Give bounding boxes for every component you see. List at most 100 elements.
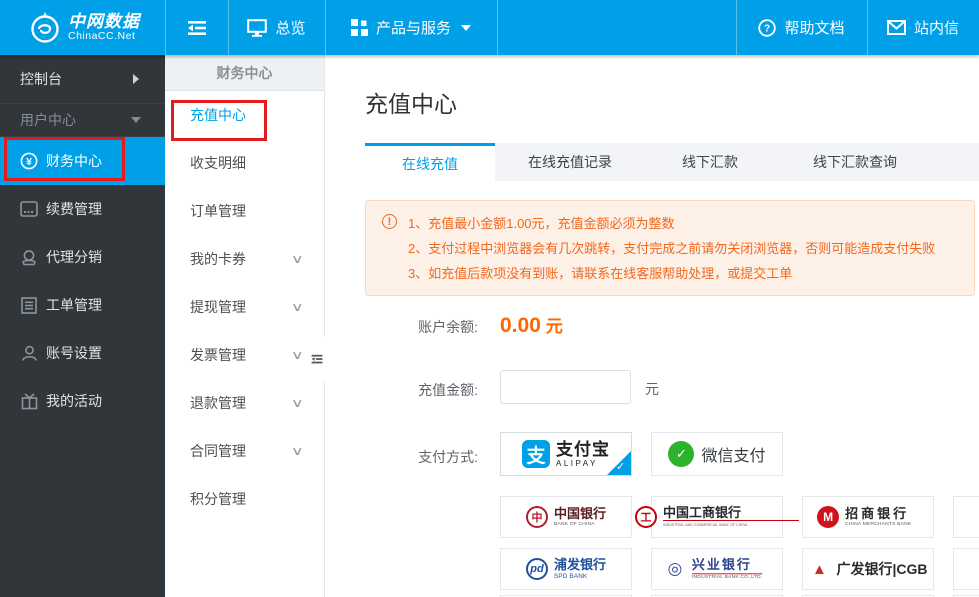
submenu-item-orders[interactable]: 订单管理 <box>165 187 324 235</box>
chevron-down-icon: ∨ <box>291 252 305 266</box>
tab-offline-remittance[interactable]: 线下汇款 <box>645 143 775 181</box>
bank-name-en: INDUSTRIAL BANK CO.,LTD. <box>691 573 763 580</box>
chevron-right-icon <box>133 74 139 84</box>
svg-text:¥: ¥ <box>26 156 32 168</box>
bank-name: 广发银行|CGB <box>836 561 928 577</box>
alipay-payment-button[interactable]: 支 支付宝 ALIPAY ✓ <box>500 432 632 476</box>
amount-unit: 元 <box>645 381 659 397</box>
brand-logo[interactable]: 中网数据 ChinaCC.Net <box>0 0 165 55</box>
bank-name: 兴业银行 <box>691 556 752 572</box>
sidebar-tickets-label: 工单管理 <box>46 297 102 313</box>
tab-remittance-query[interactable]: 线下汇款查询 <box>775 143 935 181</box>
wechat-payment-button[interactable]: ✓ 微信支付 <box>651 432 783 476</box>
wechat-name: 微信支付 <box>701 448 766 465</box>
sidebar-collapse-button[interactable] <box>165 0 228 55</box>
submenu-item-recharge-center[interactable]: 充值中心 <box>165 91 324 139</box>
chevron-down-icon: ∨ <box>291 300 305 314</box>
submenu-coupons-label: 我的卡券 <box>190 251 246 267</box>
sidebar-account-label: 账号设置 <box>46 345 102 361</box>
balance-unit: 元 <box>545 317 563 336</box>
envelope-icon <box>886 20 906 35</box>
payment-method-label: 支付方式: <box>418 449 478 465</box>
nav-overview-label: 总览 <box>275 20 306 37</box>
nav-help-label: 帮助文档 <box>784 20 845 37</box>
bank-of-china-icon: 中 <box>525 506 548 528</box>
submenu-recharge-label: 充值中心 <box>190 107 246 123</box>
notice-line-2: 2、支付过程中浏览器会有几次跳转，支付完成之前请勿关闭浏览器，否则可能造成支付失… <box>408 241 936 256</box>
submenu-item-contracts[interactable]: 合同管理 ∨ <box>165 427 324 475</box>
bank-button-icbc[interactable]: 工 中国工商银行 INDUSTRIAL AND COMMERCIAL BANK … <box>634 496 800 538</box>
submenu-points-label: 积分管理 <box>190 491 246 507</box>
chevron-down-icon: ∨ <box>291 348 305 362</box>
chevron-down-icon <box>461 24 471 31</box>
notice-line-1: 1、充值最小金额1.00元，充值金额必须为整数 <box>408 216 675 231</box>
china-merchants-bank-icon: M <box>817 506 840 528</box>
submenu-item-coupons[interactable]: 我的卡券 ∨ <box>165 235 324 283</box>
amount-label: 充值金额: <box>418 382 478 398</box>
submenu-title: 财务中心 <box>165 55 324 91</box>
cgb-icon: ▲ <box>808 558 831 580</box>
wechat-pay-icon: ✓ <box>668 441 695 467</box>
submenu-orders-label: 订单管理 <box>190 203 246 219</box>
balance-value: 0.00 元 <box>500 312 563 338</box>
submenu-item-transactions[interactable]: 收支明细 <box>165 139 324 187</box>
sidebar-item-user-center[interactable]: 用户中心 <box>0 104 165 137</box>
submenu-item-withdrawal[interactable]: 提现管理 ∨ <box>165 283 324 331</box>
sidebar-item-finance-center[interactable]: ¥ 财务中心 <box>0 137 165 185</box>
submenu-item-invoices[interactable]: 发票管理 ∨ <box>165 331 324 379</box>
bank-button-partial-right-2[interactable]: ▮ <box>953 548 979 590</box>
sidebar-finance-label: 财务中心 <box>46 153 102 169</box>
document-lines-icon <box>20 296 38 314</box>
grid-icon <box>350 19 368 36</box>
nav-help-docs[interactable]: ? 帮助文档 <box>736 0 867 55</box>
sidebar-item-activities[interactable]: 我的活动 <box>0 377 165 425</box>
nav-overview[interactable]: 总览 <box>228 0 325 55</box>
submenu-item-refunds[interactable]: 退款管理 ∨ <box>165 379 324 427</box>
tab-recharge-records[interactable]: 在线充值记录 <box>495 143 645 181</box>
submenu-invoices-label: 发票管理 <box>190 347 246 363</box>
bank-button-cgb[interactable]: ▲ 广发银行|CGB <box>802 548 934 590</box>
submenu-item-points[interactable]: 积分管理 <box>165 475 324 523</box>
sidebar-activities-label: 我的活动 <box>46 393 102 409</box>
sidebar-user-center-label: 用户中心 <box>20 112 76 128</box>
agent-badge-icon <box>20 248 38 266</box>
chevron-down-icon <box>131 117 141 123</box>
nav-site-messages[interactable]: 站内信 <box>867 0 979 55</box>
alipay-subtitle: ALIPAY <box>556 458 598 468</box>
sidebar-item-agent[interactable]: 代理分销 <box>0 233 165 281</box>
person-icon <box>20 344 38 362</box>
sidebar-item-tickets[interactable]: 工单管理 <box>0 281 165 329</box>
nav-products-menu[interactable]: 产品与服务 <box>325 0 497 55</box>
sidebar-item-renewal[interactable]: 续费管理 <box>0 185 165 233</box>
warning-circle-icon: ! <box>382 214 397 229</box>
nav-products-label: 产品与服务 <box>375 20 451 37</box>
bank-name: 浦发银行 <box>553 557 606 572</box>
recharge-tabbar: 在线充值 在线充值记录 线下汇款 线下汇款查询 <box>365 143 979 181</box>
icbc-icon: 工 <box>634 506 657 528</box>
recharge-notice-box: ! 1、充值最小金额1.00元，充值金额必须为整数 2、支付过程中浏览器会有几次… <box>365 200 975 296</box>
sidebar-console-label: 控制台 <box>20 71 62 87</box>
bank-button-boc[interactable]: 中 中国银行 BANK OF CHINA <box>500 496 632 538</box>
tab-online-recharge[interactable]: 在线充值 <box>365 143 495 181</box>
yuan-circle-icon: ¥ <box>20 152 38 170</box>
app-root: 中网数据 ChinaCC.Net 总览 产品与服务 ? 帮助文档 站内信 控制台… <box>0 0 979 597</box>
top-header: 中网数据 ChinaCC.Net 总览 产品与服务 ? 帮助文档 站内信 <box>0 0 979 55</box>
sidebar-item-account-settings[interactable]: 账号设置 <box>0 329 165 377</box>
submenu-collapse-handle[interactable] <box>305 337 329 381</box>
question-circle-icon: ? <box>758 18 777 37</box>
chevron-down-icon: ∨ <box>291 396 305 410</box>
bank-name-en: SPD BANK <box>553 573 588 580</box>
bank-button-partial-right[interactable]: ◆ <box>953 496 979 538</box>
brand-subtitle: ChinaCC.Net <box>68 29 136 42</box>
brand-title: 中网数据 <box>68 12 140 32</box>
recharge-amount-input[interactable] <box>500 370 631 404</box>
bank-name: 招商银行 <box>845 505 910 521</box>
bank-button-spd[interactable]: pd 浦发银行 SPD BANK <box>500 548 632 590</box>
sidebar-agent-label: 代理分销 <box>46 249 102 265</box>
selected-check-icon: ✓ <box>607 451 631 475</box>
submenu-contracts-label: 合同管理 <box>190 443 246 459</box>
sidebar-item-console[interactable]: 控制台 <box>0 55 165 104</box>
bank-button-cmb[interactable]: M 招商银行 CHINA MERCHANTS BANK <box>802 496 934 538</box>
bank-button-cib[interactable]: ◎ 兴业银行 INDUSTRIAL BANK CO.,LTD. <box>651 548 783 590</box>
bank-name-en: CHINA MERCHANTS BANK <box>845 521 912 527</box>
